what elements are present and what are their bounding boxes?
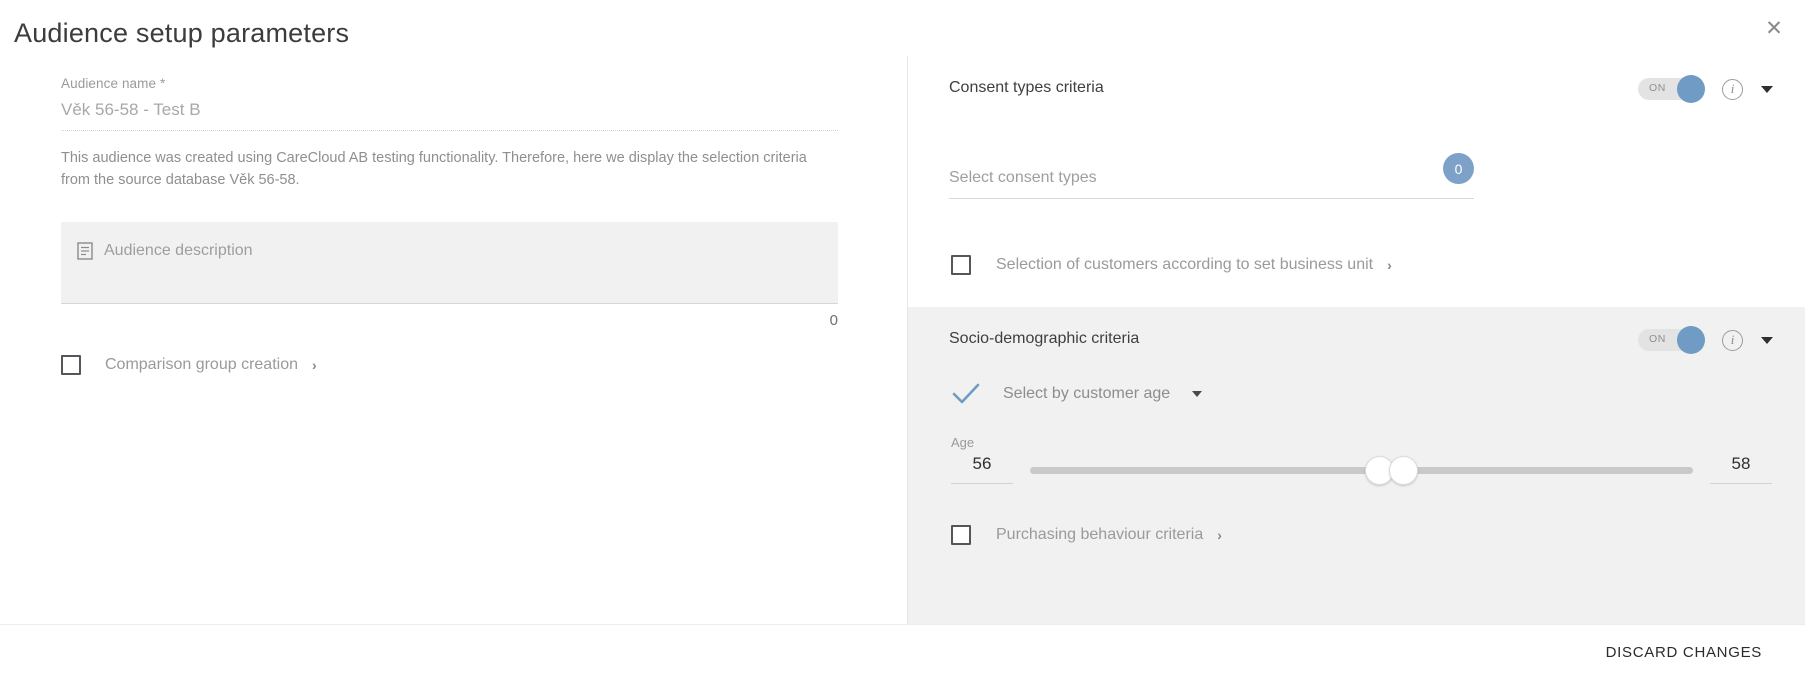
slider-handle-max[interactable] (1389, 456, 1418, 485)
audience-name-input[interactable]: Věk 56-58 - Test B (61, 100, 838, 131)
dialog-footer: DISCARD CHANGES (0, 624, 1805, 680)
character-counter: 0 (61, 312, 838, 329)
business-unit-label: Selection of customers according to set … (996, 256, 1373, 274)
socio-demographic-section: Socio-demographic criteria ON i (908, 307, 1805, 624)
consent-toggle-state: ON (1649, 82, 1666, 94)
discard-changes-button[interactable]: DISCARD CHANGES (1596, 636, 1772, 669)
audience-description-textarea[interactable]: Audience description (61, 222, 838, 304)
socio-toggle-knob (1677, 326, 1705, 354)
info-icon[interactable]: i (1722, 79, 1743, 100)
left-panel: Audience name * Věk 56-58 - Test B This … (0, 56, 908, 624)
chevron-down-icon[interactable] (1761, 337, 1773, 344)
purchasing-behaviour-row[interactable]: Purchasing behaviour criteria › (951, 525, 1222, 545)
socio-section-title: Socio-demographic criteria (949, 330, 1139, 348)
socio-section-controls: ON i (1638, 329, 1773, 351)
check-icon[interactable] (951, 382, 981, 406)
document-icon (77, 242, 93, 260)
caret-down-icon[interactable] (1192, 391, 1202, 397)
age-min-input[interactable]: 56 (951, 454, 1013, 484)
chevron-right-icon[interactable]: › (312, 357, 317, 373)
close-icon[interactable]: ✕ (1757, 12, 1791, 46)
chevron-right-icon[interactable]: › (1217, 527, 1222, 543)
age-criterion-row[interactable]: Select by customer age (951, 382, 1202, 406)
comparison-group-checkbox[interactable] (61, 355, 81, 375)
consent-count-badge: 0 (1443, 153, 1474, 184)
age-max-input[interactable]: 58 (1710, 454, 1772, 484)
chevron-right-icon[interactable]: › (1387, 257, 1392, 273)
consent-types-select[interactable]: Select consent types 0 (949, 169, 1474, 199)
purchasing-behaviour-label: Purchasing behaviour criteria (996, 526, 1203, 544)
consent-section-title: Consent types criteria (949, 79, 1104, 97)
info-icon[interactable]: i (1722, 330, 1743, 351)
purchasing-behaviour-checkbox[interactable] (951, 525, 971, 545)
age-range-block: Age 56 58 (951, 435, 1772, 484)
helper-text: This audience was created using CareClou… (61, 147, 821, 192)
socio-toggle-state: ON (1649, 333, 1666, 345)
business-unit-checkbox[interactable] (951, 255, 971, 275)
slider-track (1030, 467, 1693, 474)
audience-description-placeholder: Audience description (104, 242, 253, 260)
age-criterion-label: Select by customer age (1003, 385, 1170, 403)
consent-toggle-knob (1677, 75, 1705, 103)
consent-types-section: Consent types criteria ON i Select conse… (908, 56, 1805, 307)
business-unit-row[interactable]: Selection of customers according to set … (951, 255, 1392, 275)
socio-toggle[interactable]: ON (1638, 329, 1704, 351)
consent-toggle[interactable]: ON (1638, 78, 1704, 100)
age-range-slider[interactable] (1030, 454, 1693, 484)
audience-setup-dialog: Audience setup parameters ✕ Audience nam… (0, 0, 1805, 680)
audience-name-label: Audience name * (61, 76, 838, 91)
age-label: Age (951, 435, 1772, 450)
consent-section-controls: ON i (1638, 78, 1773, 100)
page-title: Audience setup parameters (14, 18, 349, 49)
right-panel: Consent types criteria ON i Select conse… (908, 56, 1805, 624)
chevron-down-icon[interactable] (1761, 86, 1773, 93)
dialog-body: Audience name * Věk 56-58 - Test B This … (0, 56, 1805, 624)
comparison-group-label: Comparison group creation (105, 356, 298, 374)
consent-types-placeholder: Select consent types (949, 169, 1097, 186)
consent-select-row: Select consent types 0 (949, 169, 1805, 199)
comparison-group-row[interactable]: Comparison group creation › (61, 355, 838, 375)
